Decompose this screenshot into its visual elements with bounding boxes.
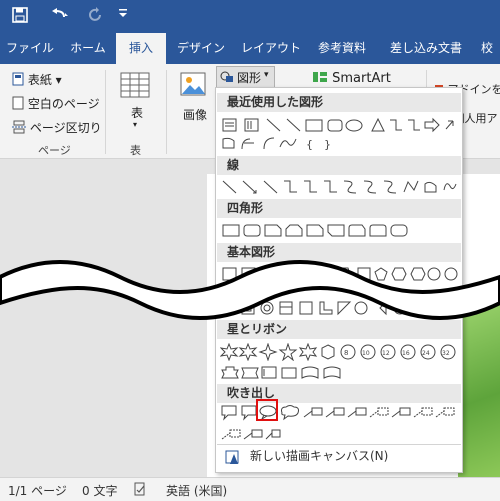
group-divider bbox=[166, 70, 167, 154]
svg-text:32: 32 bbox=[442, 350, 450, 357]
cover-page-button[interactable]: 表紙 ▾ bbox=[12, 71, 62, 88]
star-shapes-icon[interactable]: 8 10 12 16 24 32 bbox=[220, 343, 460, 361]
category-recent-shapes: 最近使用した図形 bbox=[217, 93, 461, 112]
torn-edge-divider bbox=[0, 260, 500, 320]
shapes-icon bbox=[220, 71, 233, 82]
table-group-label: 表 bbox=[130, 144, 141, 157]
tab-home[interactable]: ホーム bbox=[60, 33, 116, 64]
tab-design[interactable]: デザイン bbox=[166, 33, 236, 64]
category-lines: 線 bbox=[217, 156, 461, 175]
new-drawing-canvas-item[interactable]: 新しい描画キャンバス(N) bbox=[250, 447, 388, 464]
page-break-button[interactable]: ページ区切り bbox=[12, 119, 102, 136]
banner-shapes-icon[interactable] bbox=[220, 364, 460, 382]
title-bar bbox=[0, 0, 500, 33]
chevron-down-icon: ▾ bbox=[264, 70, 269, 80]
redo-icon[interactable] bbox=[88, 7, 104, 27]
image-label: 画像 bbox=[183, 108, 208, 122]
chevron-down-icon: ▾ bbox=[133, 120, 138, 129]
tab-review[interactable]: 校 bbox=[474, 33, 500, 64]
rectangle-shapes-icon[interactable] bbox=[220, 222, 420, 240]
category-rectangles: 四角形 bbox=[217, 199, 461, 218]
smartart-button[interactable]: SmartArt bbox=[312, 70, 391, 86]
svg-text:{: { bbox=[306, 138, 313, 151]
word-count[interactable]: 0 文字 bbox=[82, 482, 117, 499]
recent-shapes-icon[interactable] bbox=[220, 117, 460, 135]
shapes-label: 図形 bbox=[237, 71, 262, 85]
proofing-icon[interactable] bbox=[133, 482, 147, 499]
callout-shapes-icon[interactable] bbox=[220, 425, 310, 443]
table-label: 表 bbox=[131, 106, 144, 120]
category-callouts: 吹き出し bbox=[217, 384, 461, 403]
table-button[interactable] bbox=[120, 72, 150, 101]
svg-text:24: 24 bbox=[422, 350, 430, 357]
shapes-button[interactable]: 図形 ▾ bbox=[216, 66, 275, 88]
floppy-disk-icon[interactable] bbox=[12, 7, 28, 27]
page-break-icon bbox=[12, 120, 26, 134]
lines-shapes-icon[interactable] bbox=[220, 178, 460, 196]
language[interactable]: 英語 (米国) bbox=[166, 482, 227, 499]
menu-divider bbox=[217, 444, 461, 445]
cover-page-icon bbox=[12, 72, 24, 86]
blank-page-button[interactable]: 空白のページ bbox=[12, 95, 100, 112]
picture-icon bbox=[180, 72, 206, 96]
ribbon-tabs: ファイル ホーム 挿入 デザイン レイアウト 参考資料 差し込み文書 校 bbox=[0, 33, 500, 64]
tab-layout[interactable]: レイアウト bbox=[236, 33, 306, 64]
undo-icon[interactable] bbox=[48, 7, 70, 27]
group-divider bbox=[105, 70, 106, 154]
page-count[interactable]: 1/1 ページ bbox=[8, 482, 67, 499]
tab-references[interactable]: 参考資料 bbox=[306, 33, 378, 64]
customize-icon[interactable] bbox=[118, 7, 128, 25]
pages-group-label: ページ bbox=[38, 144, 71, 157]
svg-text:}: } bbox=[324, 138, 331, 151]
tab-mailings[interactable]: 差し込み文書 bbox=[378, 33, 474, 64]
svg-text:10: 10 bbox=[362, 350, 370, 357]
svg-text:16: 16 bbox=[402, 350, 410, 357]
blank-page-icon bbox=[12, 96, 24, 110]
status-bar: 1/1 ページ 0 文字 英語 (米国) bbox=[0, 477, 500, 501]
tab-file[interactable]: ファイル bbox=[0, 33, 60, 64]
image-button[interactable] bbox=[180, 72, 206, 99]
svg-text:12: 12 bbox=[382, 350, 390, 357]
canvas-icon bbox=[225, 450, 241, 470]
selected-callout-highlight bbox=[256, 399, 278, 421]
inserted-photo[interactable] bbox=[458, 305, 500, 477]
table-icon bbox=[120, 72, 150, 98]
tab-insert[interactable]: 挿入 bbox=[116, 33, 166, 64]
smartart-icon bbox=[313, 72, 327, 82]
svg-text:8: 8 bbox=[344, 349, 348, 357]
recent-shapes-icon[interactable]: { } bbox=[220, 135, 340, 153]
